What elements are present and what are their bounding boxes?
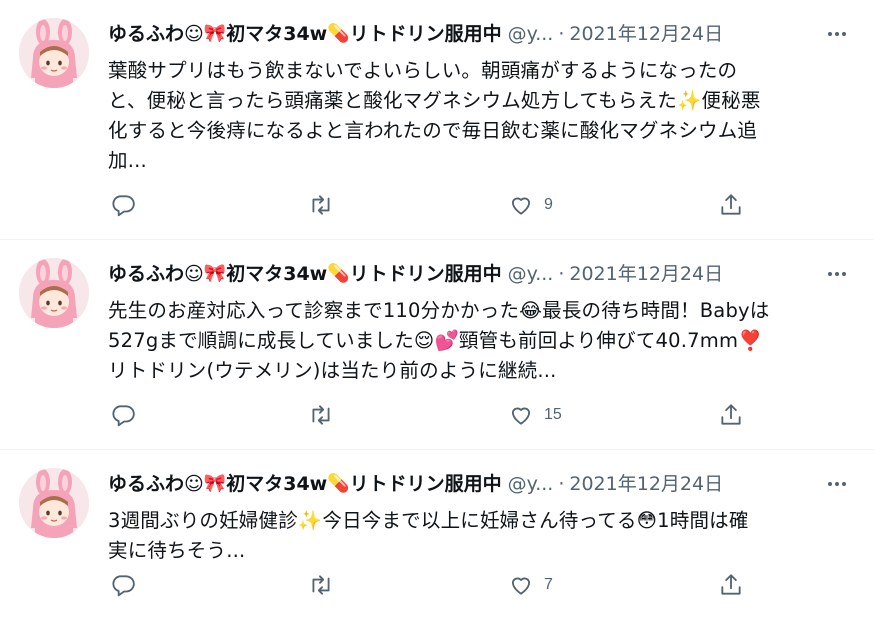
retweet-button[interactable]	[308, 572, 334, 598]
display-name-end[interactable]: リトドリン服用中	[350, 472, 502, 496]
avatar[interactable]	[19, 258, 89, 328]
reply-icon	[112, 575, 135, 597]
tweet-header: ゆるふわ☺ 🎀 初マタ34w 💊 リトドリン服用中 @y... · 2021年1…	[108, 22, 858, 46]
ribbon-icon: 🎀	[203, 23, 227, 44]
tweet[interactable]: ゆるふわ☺ 🎀 初マタ34w 💊 リトドリン服用中 @y... · 2021年1…	[0, 0, 874, 240]
tweet-date[interactable]: 2021年12月24日	[569, 22, 723, 46]
tweet-text-line: 葉酸サプリはもう飲まないでよいらしい。朝頭痛がするようになったの	[108, 59, 738, 82]
share-button[interactable]	[718, 192, 744, 218]
tweet-text[interactable]: 先生のお産対応入って診察まで110分かかった😂最長の待ち時間！Babyは 527…	[108, 296, 856, 386]
like-button[interactable]: 15	[508, 402, 562, 428]
share-icon	[721, 194, 741, 215]
ribbon-icon: 🎀	[203, 473, 227, 494]
more-icon[interactable]	[824, 22, 850, 46]
display-name[interactable]: ゆるふわ☺	[108, 22, 204, 46]
tweet-date[interactable]: 2021年12月24日	[569, 472, 723, 496]
retweet-icon	[312, 405, 330, 425]
share-button[interactable]	[718, 402, 744, 428]
tweet-text-line: 先生のお産対応入って診察まで110分かかった😂最長の待ち時間！Babyは	[108, 299, 770, 322]
separator-dot: ·	[558, 263, 565, 285]
tweet-text-line: リトドリン(ウテメリン)は当たり前のように継続...	[108, 359, 557, 382]
tweet-text-line: 化すると今後痔になるよと言われたので毎日飲む薬に酸化マグネシウム追	[108, 119, 758, 142]
user-handle[interactable]: @y...	[508, 262, 554, 286]
tweet-text-line: 実に待ちそう...	[108, 539, 246, 562]
retweet-button[interactable]	[308, 402, 334, 428]
ribbon-icon: 🎀	[203, 263, 227, 284]
display-name-mid[interactable]: 初マタ34w	[226, 262, 327, 286]
tweet-text-line: と、便秘と言ったら頭痛薬と酸化マグネシウム処方してもらえた✨便秘悪	[108, 89, 761, 112]
tweet-text[interactable]: 3週間ぶりの妊婦健診✨今日今まで以上に妊婦さん待ってる😳1時間は確 実に待ちそう…	[108, 506, 856, 566]
reply-button[interactable]	[110, 572, 136, 598]
reply-button[interactable]	[110, 402, 136, 428]
pill-icon: 💊	[327, 263, 350, 284]
retweet-icon	[312, 195, 330, 215]
avatar[interactable]	[19, 468, 89, 538]
display-name-end[interactable]: リトドリン服用中	[350, 262, 502, 286]
tweet-header: ゆるふわ☺ 🎀 初マタ34w 💊 リトドリン服用中 @y... · 2021年1…	[108, 262, 858, 286]
separator-dot: ·	[558, 23, 565, 45]
avatar[interactable]	[19, 18, 89, 88]
more-icon[interactable]	[824, 472, 850, 496]
timeline: ゆるふわ☺ 🎀 初マタ34w 💊 リトドリン服用中 @y... · 2021年1…	[0, 0, 874, 619]
bunny-avatar-icon	[19, 258, 89, 328]
like-count: 15	[544, 406, 562, 423]
bunny-avatar-icon	[19, 468, 89, 538]
tweet-actions: 9	[108, 192, 748, 222]
more-icon[interactable]	[824, 262, 850, 286]
display-name[interactable]: ゆるふわ☺	[108, 262, 204, 286]
tweet-header: ゆるふわ☺ 🎀 初マタ34w 💊 リトドリン服用中 @y... · 2021年1…	[108, 472, 858, 496]
tweet-text[interactable]: 葉酸サプリはもう飲まないでよいらしい。朝頭痛がするようになったの と、便秘と言っ…	[108, 56, 856, 176]
like-count: 9	[544, 196, 553, 213]
retweet-button[interactable]	[308, 192, 334, 218]
separator-dot: ·	[558, 473, 565, 495]
share-button[interactable]	[718, 572, 744, 598]
reply-icon	[112, 405, 135, 427]
pill-icon: 💊	[327, 473, 350, 494]
display-name-mid[interactable]: 初マタ34w	[226, 472, 327, 496]
like-button[interactable]: 7	[508, 572, 553, 598]
tweet-actions: 15	[108, 402, 748, 432]
tweet-text-line: 加...	[108, 149, 147, 172]
tweet-text-line: 3週間ぶりの妊婦健診✨今日今まで以上に妊婦さん待ってる😳1時間は確	[108, 509, 749, 532]
like-count: 7	[544, 576, 553, 593]
reply-icon	[112, 195, 135, 217]
tweet-actions: 7	[108, 572, 748, 602]
heart-icon	[511, 407, 531, 425]
tweet[interactable]: ゆるふわ☺ 🎀 初マタ34w 💊 リトドリン服用中 @y... · 2021年1…	[0, 240, 874, 450]
tweet-date[interactable]: 2021年12月24日	[569, 262, 723, 286]
display-name-mid[interactable]: 初マタ34w	[226, 22, 327, 46]
tweet-text-line: 527gまで順調に成長していました😌💕頸管も前回より伸びて40.7mm❣️	[108, 329, 763, 352]
heart-icon	[511, 197, 531, 215]
reply-button[interactable]	[110, 192, 136, 218]
like-button[interactable]: 9	[508, 192, 553, 218]
display-name-end[interactable]: リトドリン服用中	[350, 22, 502, 46]
user-handle[interactable]: @y...	[508, 472, 554, 496]
pill-icon: 💊	[327, 23, 350, 44]
bunny-avatar-icon	[19, 18, 89, 88]
retweet-icon	[312, 575, 330, 595]
user-handle[interactable]: @y...	[508, 22, 554, 46]
share-icon	[721, 404, 741, 425]
tweet[interactable]: ゆるふわ☺ 🎀 初マタ34w 💊 リトドリン服用中 @y... · 2021年1…	[0, 450, 874, 619]
display-name[interactable]: ゆるふわ☺	[108, 472, 204, 496]
share-icon	[721, 574, 741, 595]
heart-icon	[511, 577, 531, 595]
